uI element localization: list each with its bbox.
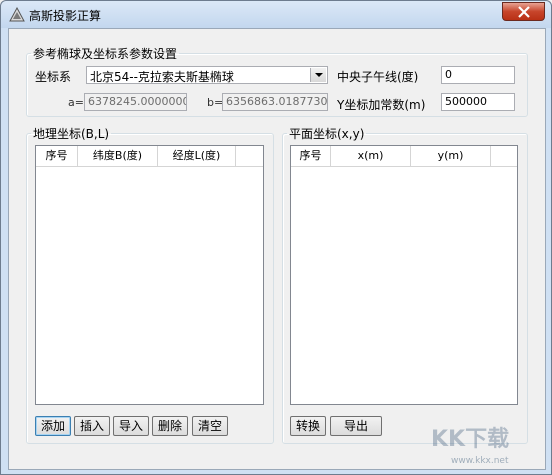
b-label: b=: [207, 96, 224, 109]
geo-col-index[interactable]: 序号: [36, 146, 78, 166]
close-icon: [518, 6, 530, 18]
insert-button[interactable]: 插入: [74, 416, 110, 436]
client-area: 参考椭球及坐标系参数设置 坐标系 北京54--克拉索夫斯基椭球 中央子午线(度)…: [8, 28, 546, 470]
a-value-field[interactable]: 6378245.0000000000: [84, 93, 187, 111]
app-window: 高斯投影正算 参考椭球及坐标系参数设置 坐标系 北京54--克拉索夫斯基椭球 中…: [0, 0, 552, 475]
import-button[interactable]: 导入: [113, 416, 149, 436]
title-bar[interactable]: 高斯投影正算: [1, 1, 551, 28]
app-icon: [9, 7, 25, 22]
plane-col-y[interactable]: y(m): [411, 146, 491, 166]
plane-list-header: 序号 x(m) y(m): [291, 146, 517, 167]
plane-col-index[interactable]: 序号: [291, 146, 331, 166]
params-legend: 参考椭球及坐标系参数设置: [33, 47, 178, 61]
chevron-down-icon[interactable]: [310, 68, 326, 82]
geo-col-longitude[interactable]: 经度L(度): [158, 146, 236, 166]
add-button[interactable]: 添加: [35, 416, 71, 436]
b-value-field[interactable]: 6356863.0187730473: [222, 93, 328, 111]
coord-system-select[interactable]: 北京54--克拉索夫斯基椭球: [86, 66, 328, 84]
export-button[interactable]: 导出: [330, 416, 382, 436]
delete-button[interactable]: 删除: [152, 416, 188, 436]
watermark-logo: KK下载: [431, 427, 510, 452]
clear-button[interactable]: 清空: [192, 416, 228, 436]
watermark-url: www.kkx.net: [451, 456, 509, 466]
convert-button[interactable]: 转换: [290, 416, 326, 436]
geo-coords-list[interactable]: 序号 纬度B(度) 经度L(度): [35, 145, 264, 405]
coord-system-label: 坐标系: [35, 70, 72, 84]
close-button[interactable]: [502, 2, 545, 21]
window-title: 高斯投影正算: [29, 9, 102, 23]
y-add-constant-field[interactable]: 500000: [441, 93, 515, 111]
geo-coords-legend: 地理坐标(B,L): [33, 127, 110, 141]
y-add-constant-label: Y坐标加常数(m): [337, 98, 426, 112]
geo-list-header: 序号 纬度B(度) 经度L(度): [36, 146, 263, 167]
plane-coords-list[interactable]: 序号 x(m) y(m): [290, 145, 518, 405]
plane-col-x[interactable]: x(m): [331, 146, 411, 166]
central-meridian-label: 中央子午线(度): [337, 70, 419, 84]
geo-col-latitude[interactable]: 纬度B(度): [78, 146, 158, 166]
plane-coords-legend: 平面坐标(x,y): [289, 127, 365, 141]
a-label: a=: [68, 96, 84, 109]
central-meridian-field[interactable]: 0: [441, 66, 515, 84]
coord-system-value: 北京54--克拉索夫斯基椭球: [90, 70, 234, 84]
